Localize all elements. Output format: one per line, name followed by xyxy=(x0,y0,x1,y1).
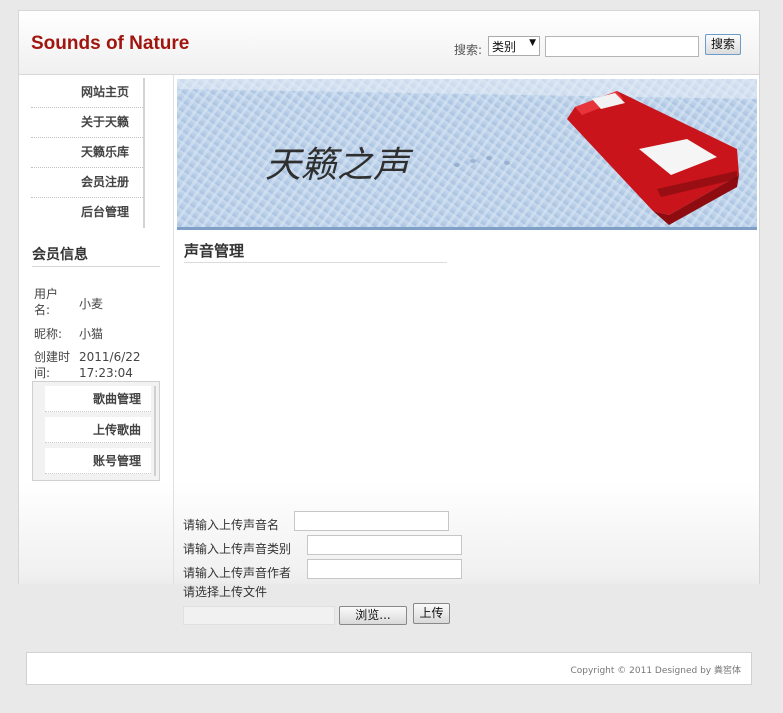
sound-author-input[interactable] xyxy=(307,559,462,579)
username-value: 小麦 xyxy=(79,297,104,311)
search-label: 搜索: xyxy=(454,43,483,57)
sound-name-input[interactable] xyxy=(294,511,449,531)
upload-button[interactable]: 上传 xyxy=(413,603,450,624)
created-label: 创建时间: xyxy=(34,350,71,380)
member-info-title: 会员信息 xyxy=(32,244,160,267)
site-footer: Copyright © 2011 Designed by 粪窖体 xyxy=(26,652,752,685)
nickname-value: 小猫 xyxy=(79,327,104,341)
search-input[interactable] xyxy=(545,36,699,57)
copyright-text: Copyright © 2011 Designed by 粪窖体 xyxy=(570,666,741,676)
submenu-divider xyxy=(154,386,156,476)
created-value: 2011/6/22 17:23:04 xyxy=(79,350,141,380)
nickname-label: 昵称: xyxy=(34,327,63,341)
submenu-item-songs[interactable]: 歌曲管理 xyxy=(45,386,151,412)
nav-item-about[interactable]: 关于天籁 xyxy=(31,108,143,138)
browse-button[interactable]: 浏览... xyxy=(339,606,407,625)
username-label: 用户名: xyxy=(34,287,59,317)
sound-name-label: 请输入上传声音名 xyxy=(183,518,280,532)
banner-art: 天籁之声 xyxy=(177,79,757,228)
page-container: Sounds of Nature 搜索: 类别 ▼ 搜索 网站主页 关于天籁 天… xyxy=(18,10,760,584)
banner-image: 天籁之声 xyxy=(177,79,757,228)
sound-category-input[interactable] xyxy=(307,535,462,555)
dropdown-arrow-icon: ▼ xyxy=(529,38,536,48)
admin-submenu: 歌曲管理 上传歌曲 账号管理 xyxy=(32,381,160,481)
search-button[interactable]: 搜索 xyxy=(705,34,741,55)
submenu-item-account[interactable]: 账号管理 xyxy=(45,448,151,474)
sound-author-label: 请输入上传声音作者 xyxy=(183,566,292,580)
main-nav: 网站主页 关于天籁 天籁乐库 会员注册 后台管理 xyxy=(31,78,145,228)
search-category-value: 类别 xyxy=(492,40,517,54)
sidebar: 网站主页 关于天籁 天籁乐库 会员注册 后台管理 会员信息 用户名: 小麦 昵称… xyxy=(19,74,174,584)
sound-category-label: 请输入上传声音类别 xyxy=(183,542,292,556)
file-path-field[interactable] xyxy=(183,606,335,625)
search-category-select[interactable]: 类别 ▼ xyxy=(488,36,540,56)
nav-item-home[interactable]: 网站主页 xyxy=(31,78,143,108)
file-select-label: 请选择上传文件 xyxy=(183,585,268,599)
banner-calligraphy: 天籁之声 xyxy=(265,145,414,186)
submenu-item-upload[interactable]: 上传歌曲 xyxy=(45,417,151,443)
site-logo[interactable]: Sounds of Nature xyxy=(31,33,189,55)
page-title: 声音管理 xyxy=(184,240,447,263)
nav-item-admin[interactable]: 后台管理 xyxy=(31,198,143,228)
nav-item-register[interactable]: 会员注册 xyxy=(31,168,143,198)
site-header: Sounds of Nature 搜索: 类别 ▼ 搜索 xyxy=(19,11,759,75)
nav-item-library[interactable]: 天籁乐库 xyxy=(31,138,143,168)
banner-underline xyxy=(177,227,757,230)
